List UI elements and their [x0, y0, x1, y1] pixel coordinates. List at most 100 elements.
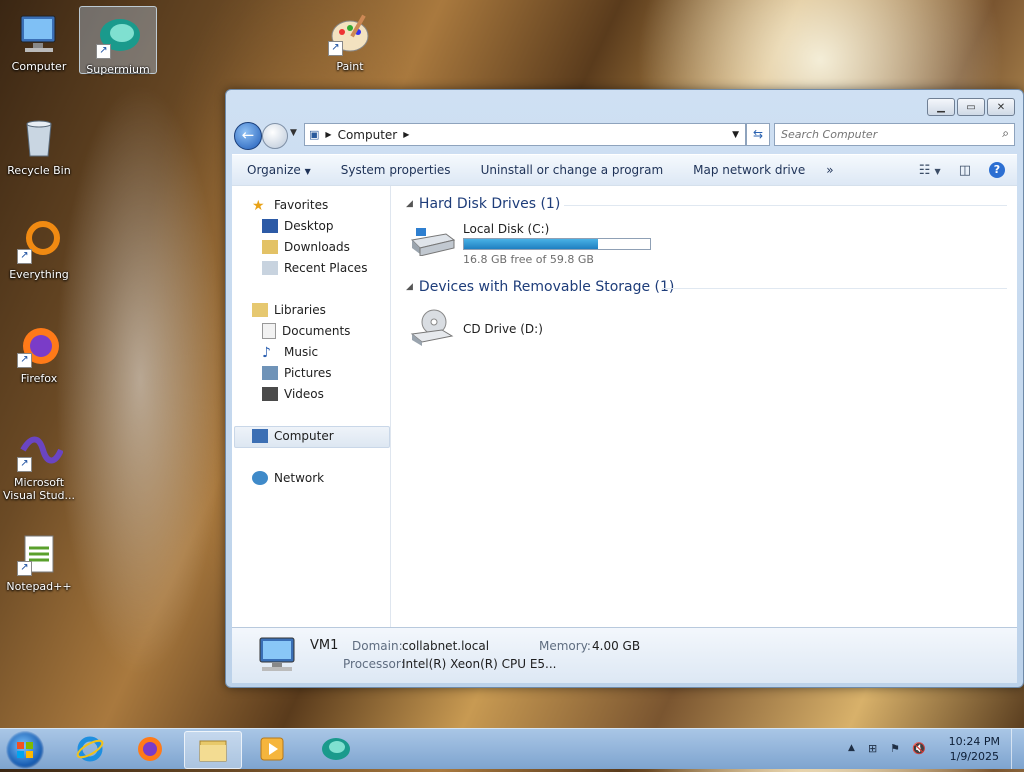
shortcut-arrow-icon: ↗	[17, 353, 32, 368]
desktop-icon-visual-studio[interactable]: ↗ Microsoft Visual Stud...	[1, 420, 77, 502]
nav-favorites[interactable]: ★ Favorites	[252, 195, 328, 215]
nav-music[interactable]: ♪ Music	[262, 342, 318, 362]
nav-label: Recent Places	[284, 261, 368, 275]
firefox-icon: ↗	[15, 322, 63, 370]
nav-videos[interactable]: Videos	[262, 384, 324, 404]
collapse-triangle-icon[interactable]: ◢	[406, 282, 413, 292]
uninstall-program-button[interactable]: Uninstall or change a program	[466, 163, 679, 177]
nav-label: Videos	[284, 387, 324, 401]
help-icon[interactable]: ?	[989, 162, 1005, 178]
computer-small-icon: ▣	[309, 128, 320, 141]
close-button[interactable]: ✕	[987, 98, 1015, 116]
breadcrumb-computer[interactable]: Computer	[338, 128, 398, 142]
breadcrumb-separator-icon[interactable]: ▶	[403, 130, 409, 139]
preview-pane-button[interactable]: ◫	[959, 163, 971, 178]
nav-network[interactable]: Network	[252, 468, 324, 488]
back-button[interactable]: ←	[234, 122, 262, 150]
drive-d-label: CD Drive (D:)	[463, 322, 543, 336]
address-bar[interactable]: ▣ ▶ Computer ▶ ▼	[304, 123, 746, 146]
clock[interactable]: 10:24 PM 1/9/2025	[949, 734, 1000, 764]
more-commands-button[interactable]: »	[820, 163, 848, 177]
group-divider	[662, 288, 1007, 289]
music-note-icon: ♪	[262, 345, 271, 361]
desktop-icon-everything[interactable]: ↗ Everything	[1, 212, 77, 281]
chevron-down-icon: ▼	[934, 166, 941, 176]
start-button[interactable]	[6, 731, 44, 769]
desktop-icon-recycle-bin[interactable]: Recycle Bin	[1, 108, 77, 177]
nav-libraries[interactable]: Libraries	[252, 300, 326, 320]
navigation-bar: ← ▼ ▣ ▶ Computer ▶ ▼ ⇆ ⌕	[232, 122, 1015, 150]
desktop-icon-firefox[interactable]: ↗ Firefox	[1, 316, 77, 385]
desktop-icon-label: Supermium	[86, 63, 150, 76]
taskbar-supermium[interactable]	[308, 731, 364, 767]
nav-desktop[interactable]: Desktop	[262, 216, 334, 236]
address-dropdown-button[interactable]: ▼	[732, 130, 739, 140]
nav-pictures[interactable]: Pictures	[262, 363, 332, 383]
desktop-icon-computer[interactable]: Computer	[1, 4, 77, 73]
nav-label: Libraries	[274, 303, 326, 317]
search-box[interactable]: ⌕	[774, 123, 1015, 146]
nav-label: Network	[274, 471, 325, 485]
shortcut-arrow-icon: ↗	[17, 457, 32, 472]
explorer-window: ▁ ▭ ✕ ← ▼ ▣ ▶ Computer ▶ ▼ ⇆ ⌕ Organize …	[225, 89, 1024, 688]
drive-c-free-space: 16.8 GB free of 59.8 GB	[463, 253, 594, 266]
group-header-hdd[interactable]: ◢ Hard Disk Drives (1)	[406, 196, 560, 212]
recent-pages-dropdown[interactable]: ▼	[290, 128, 297, 138]
domain-value: collabnet.local	[402, 639, 490, 653]
maximize-button[interactable]: ▭	[957, 98, 985, 116]
refresh-button[interactable]: ⇆	[746, 123, 770, 146]
volume-muted-icon[interactable]: 🔇	[912, 742, 926, 755]
network-tray-icon[interactable]: ⊞	[868, 742, 877, 755]
nav-recent-places[interactable]: Recent Places	[262, 258, 367, 278]
nav-label: Pictures	[284, 366, 332, 380]
collapse-triangle-icon[interactable]: ◢	[406, 199, 413, 209]
drive-c-label: Local Disk (C:)	[463, 222, 550, 236]
system-tray: ▲ ⊞ ⚑ 🔇 10:24 PM 1/9/2025	[834, 729, 1024, 769]
drive-c-usage-bar	[463, 238, 651, 250]
action-center-flag-icon[interactable]: ⚑	[890, 742, 900, 755]
supermium-icon	[322, 738, 350, 760]
processor-key: Processor:	[343, 657, 405, 671]
taskbar: ▲ ⊞ ⚑ 🔇 10:24 PM 1/9/2025	[0, 728, 1024, 769]
shortcut-arrow-icon: ↗	[96, 44, 111, 59]
libraries-icon	[252, 303, 268, 317]
organize-label: Organize	[247, 163, 301, 177]
clock-date: 1/9/2025	[949, 750, 1000, 763]
search-input[interactable]	[779, 127, 993, 142]
windows-logo-icon	[17, 742, 33, 758]
computer-icon	[15, 10, 63, 58]
change-view-button[interactable]: ☷ ▼	[919, 163, 941, 178]
title-bar[interactable]: ▁ ▭ ✕	[226, 90, 1023, 120]
breadcrumb-separator-icon[interactable]: ▶	[325, 130, 331, 139]
taskbar-explorer[interactable]	[184, 731, 242, 769]
organize-button[interactable]: Organize ▼	[232, 163, 326, 177]
show-hidden-icons-button[interactable]: ▲	[848, 743, 855, 753]
nav-computer[interactable]: Computer	[252, 426, 334, 446]
desktop-folder-icon	[262, 219, 278, 233]
taskbar-media-player[interactable]	[244, 731, 300, 767]
map-network-drive-button[interactable]: Map network drive	[678, 163, 820, 177]
nav-documents[interactable]: Documents	[262, 321, 350, 341]
desktop-icon-supermium[interactable]: ↗ Supermium	[79, 6, 157, 76]
nav-label: Favorites	[274, 198, 329, 212]
group-header-removable[interactable]: ◢ Devices with Removable Storage (1)	[406, 279, 674, 295]
desktop-icon-paint[interactable]: ↗ Paint	[312, 4, 388, 73]
minimize-button[interactable]: ▁	[927, 98, 955, 116]
desktop-icon-notepadpp[interactable]: ↗ Notepad++	[1, 524, 77, 593]
notepadpp-icon: ↗	[15, 530, 63, 578]
shortcut-arrow-icon: ↗	[328, 41, 343, 56]
computer-large-icon	[252, 636, 300, 679]
internet-explorer-icon	[76, 736, 104, 762]
system-properties-button[interactable]: System properties	[326, 163, 466, 177]
search-icon[interactable]: ⌕	[1002, 126, 1009, 141]
nav-downloads[interactable]: Downloads	[262, 237, 350, 257]
forward-button[interactable]	[262, 123, 288, 149]
show-desktop-button[interactable]	[1011, 729, 1024, 769]
recycle-bin-icon	[15, 114, 63, 162]
videos-icon	[262, 387, 278, 401]
visual-studio-icon: ↗	[15, 426, 64, 474]
drive-d-item[interactable]: CD Drive (D:)	[408, 304, 568, 354]
taskbar-internet-explorer[interactable]	[62, 731, 118, 767]
taskbar-firefox[interactable]	[122, 731, 178, 767]
memory-key: Memory:	[539, 639, 591, 653]
